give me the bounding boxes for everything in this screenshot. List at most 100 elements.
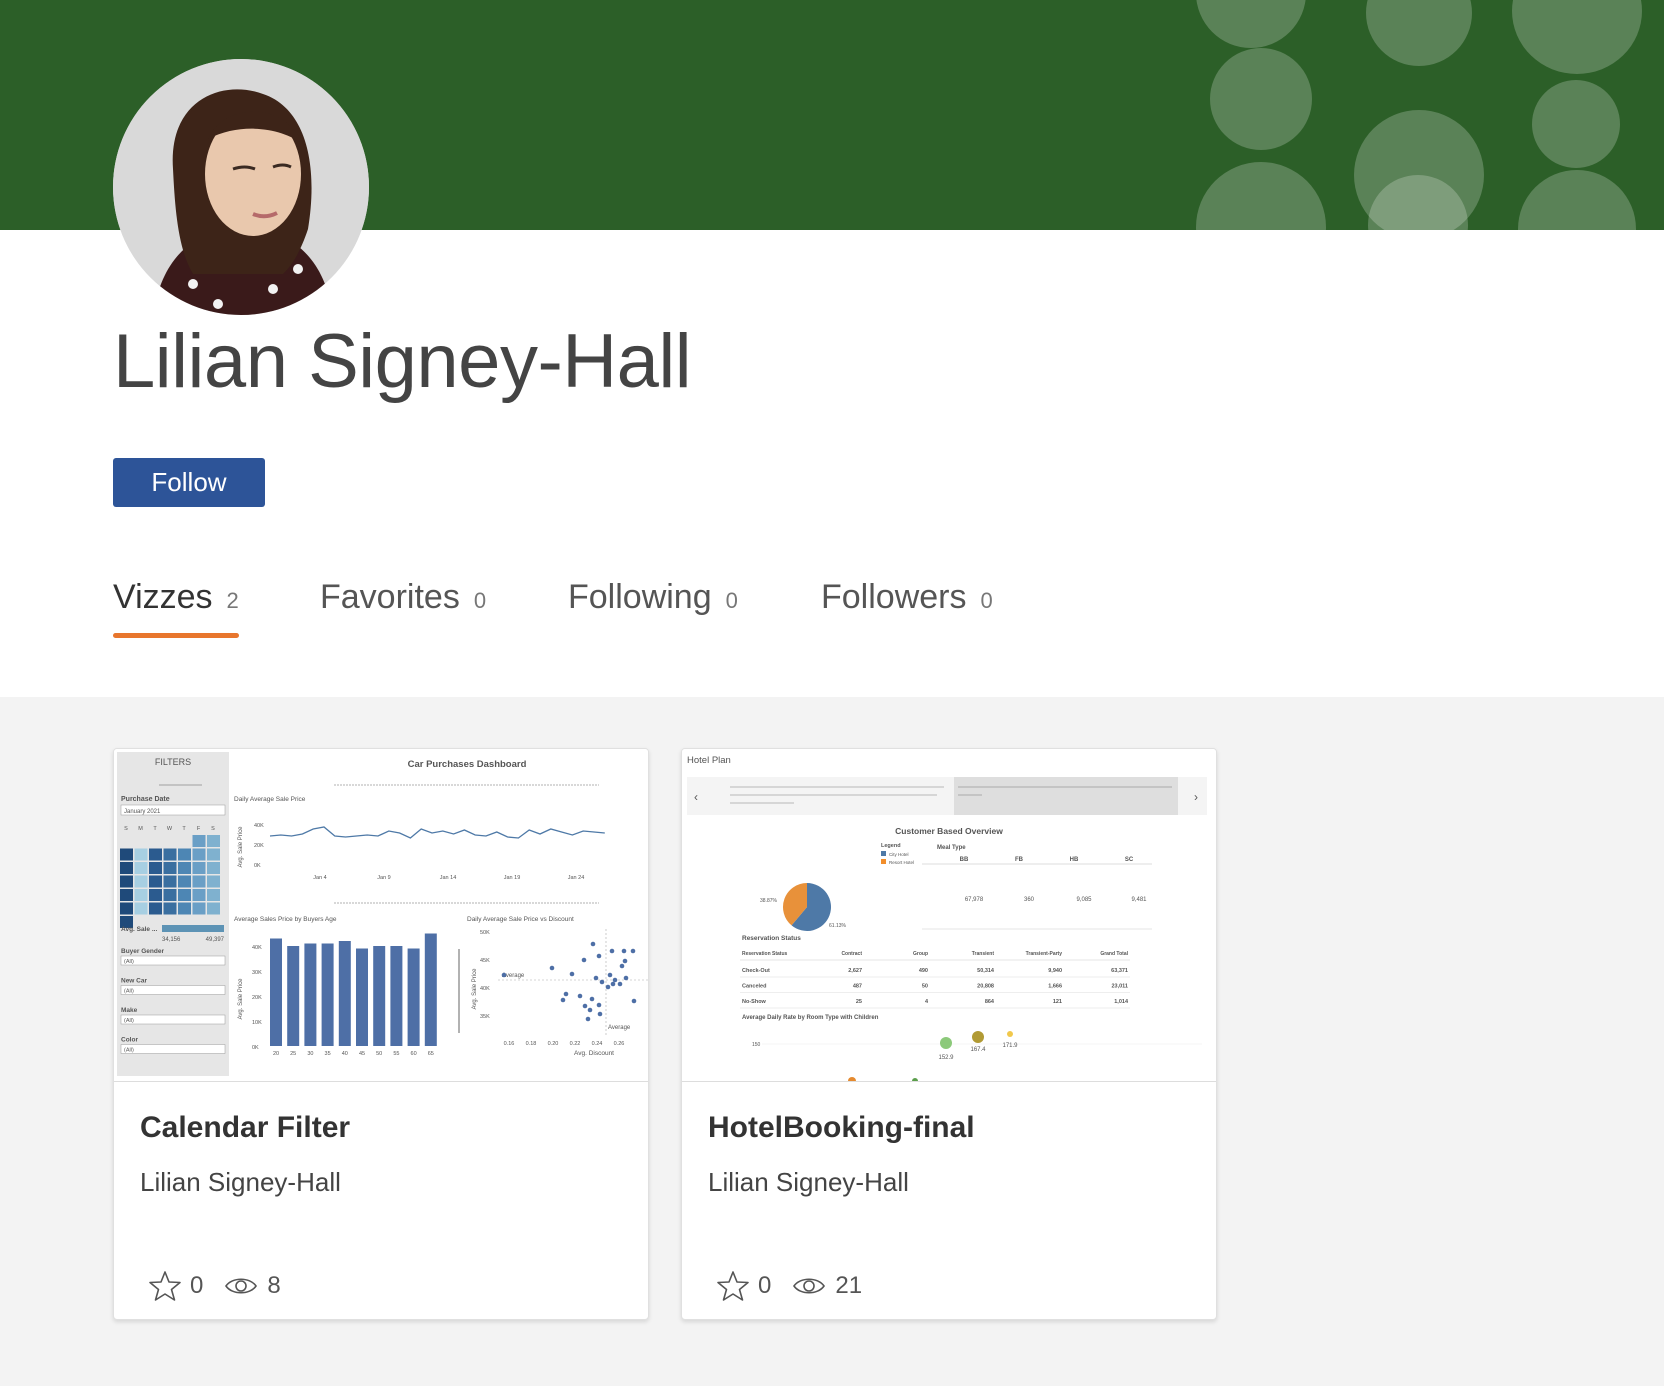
- calendar-day-cell[interactable]: [163, 902, 177, 915]
- table-cell: 121: [1053, 999, 1062, 1005]
- calendar-day-cell[interactable]: [149, 848, 162, 861]
- dashboard-title: Car Purchases Dashboard: [408, 759, 527, 770]
- calendar-day-cell[interactable]: [178, 848, 191, 861]
- table-cell: No-Show: [742, 999, 767, 1005]
- follow-button[interactable]: Follow: [113, 458, 265, 507]
- calendar-day-cell[interactable]: [178, 862, 191, 874]
- calendar-day-cell[interactable]: [163, 862, 177, 874]
- bar: [424, 933, 437, 1046]
- calendar-day-cell[interactable]: [178, 875, 191, 888]
- filter-dropdown[interactable]: [120, 1014, 226, 1025]
- scatter-point: [596, 1002, 602, 1008]
- bar-chart-ylabel: Avg. Sale Price: [238, 978, 244, 1020]
- viz-title[interactable]: HotelBooking-final: [708, 1111, 975, 1145]
- bar-xtick: 30: [307, 1051, 313, 1057]
- bar-xtick: 35: [325, 1051, 331, 1057]
- hotel-header: Hotel Plan: [687, 755, 731, 766]
- bar-ytick: 40K: [252, 945, 262, 951]
- filter-dropdown[interactable]: [120, 985, 226, 995]
- calendar-day-cell[interactable]: [163, 848, 177, 861]
- adr-point: [972, 1031, 984, 1043]
- table-cell: 1,014: [1114, 999, 1129, 1005]
- filter-label: Make: [121, 1007, 138, 1014]
- calendar-day-cell[interactable]: [207, 902, 220, 915]
- calendar-day-cell[interactable]: [120, 889, 133, 901]
- calendar-day-cell[interactable]: [120, 902, 133, 915]
- calendar-day-cell[interactable]: [178, 889, 191, 901]
- calendar-day-cell[interactable]: [149, 875, 162, 888]
- calendar-day-cell[interactable]: [134, 875, 148, 888]
- calendar-day-cell[interactable]: [207, 862, 220, 874]
- calendar-day-cell[interactable]: [134, 889, 148, 901]
- line-xtick: Jan 9: [377, 875, 390, 881]
- bar-xtick: 65: [428, 1051, 434, 1057]
- scatter-chart-xlabel: Avg. Discount: [574, 1050, 614, 1057]
- viz-title[interactable]: Calendar Filter: [140, 1111, 350, 1145]
- calendar-day-cell[interactable]: [207, 875, 220, 888]
- line-chart-ylabel: Avg. Sale Price: [238, 826, 244, 868]
- scatter-point: [605, 984, 611, 990]
- line-xtick: Jan 24: [568, 875, 585, 881]
- star-icon[interactable]: [148, 1269, 182, 1303]
- viz-author[interactable]: Lilian Signey-Hall: [708, 1167, 909, 1198]
- table-cell: Check-Out: [742, 968, 770, 974]
- calendar-day-cell[interactable]: [134, 862, 148, 874]
- calendar-day-cell[interactable]: [120, 848, 133, 861]
- calendar-day-cell[interactable]: [192, 835, 206, 847]
- calendar-day-cell[interactable]: [134, 848, 148, 861]
- carousel-next-icon[interactable]: ›: [1194, 790, 1198, 804]
- average-label: Average: [608, 1025, 631, 1031]
- meal-type: BB: [960, 857, 969, 863]
- carousel-prev-icon[interactable]: ‹: [694, 790, 698, 804]
- calendar-day-cell[interactable]: [192, 875, 206, 888]
- viz-card-calendar-filter[interactable]: FILTERS Purchase Date January 2021 SMTWT…: [113, 748, 649, 1320]
- table-cell: 1,666: [1048, 984, 1062, 990]
- adr-point: [1007, 1031, 1013, 1037]
- calendar-day-cell[interactable]: [120, 875, 133, 888]
- scatter-point: [589, 996, 595, 1002]
- calendar-day-cell[interactable]: [192, 862, 206, 874]
- adr-point: [940, 1037, 952, 1049]
- calendar-day-cell[interactable]: [207, 889, 220, 901]
- calendar-day-cell[interactable]: [207, 835, 220, 847]
- calendar-day-cell[interactable]: [192, 902, 206, 915]
- calendar-day-cell[interactable]: [163, 889, 177, 901]
- calendar-day-cell[interactable]: [178, 902, 191, 915]
- bar-ytick: 20K: [252, 995, 262, 1001]
- calendar-day-cell[interactable]: [163, 875, 177, 888]
- star-icon[interactable]: [716, 1269, 750, 1303]
- overview-title: Customer Based Overview: [895, 826, 1003, 836]
- table-cell: Canceled: [742, 984, 766, 990]
- viz-thumbnail[interactable]: FILTERS Purchase Date January 2021 SMTWT…: [114, 749, 648, 1082]
- scatter-point: [612, 977, 618, 983]
- calendar-day-cell[interactable]: [134, 902, 148, 915]
- calendar-day-cell[interactable]: [120, 862, 133, 874]
- calendar-day-cell[interactable]: [192, 848, 206, 861]
- filter-label: New Car: [121, 978, 147, 985]
- scatter-xtick: 0.22: [570, 1041, 581, 1047]
- tab-following[interactable]: Following 0: [568, 578, 738, 617]
- line-chart-xticks: Jan 4 Jan 9 Jan 14 Jan 19 Jan 24: [313, 875, 584, 881]
- tab-favorites[interactable]: Favorites 0: [320, 578, 486, 617]
- banner-circle: [1366, 0, 1472, 66]
- tab-vizzes[interactable]: Vizzes 2: [113, 578, 239, 638]
- reservation-title: Reservation Status: [742, 935, 801, 942]
- viz-author[interactable]: Lilian Signey-Hall: [140, 1167, 341, 1198]
- scatter-point: [619, 963, 625, 969]
- scatter-point: [549, 965, 555, 971]
- viz-card-hotelbooking-final[interactable]: Hotel Plan ‹ › Customer Based Overview L…: [681, 748, 1217, 1320]
- scatter-series: [501, 941, 637, 1022]
- filter-dropdown[interactable]: [120, 1044, 226, 1054]
- tab-followers[interactable]: Followers 0: [821, 578, 993, 617]
- filter-dropdown[interactable]: [120, 955, 226, 966]
- table-cell: 4: [925, 999, 929, 1005]
- scatter-point: [623, 975, 629, 981]
- banner-circle: [1196, 0, 1306, 48]
- viz-thumbnail[interactable]: Hotel Plan ‹ › Customer Based Overview L…: [682, 749, 1216, 1082]
- calendar-day-cell[interactable]: [149, 862, 162, 874]
- calendar-day-cell[interactable]: [149, 902, 162, 915]
- meal-value: 9,481: [1131, 897, 1147, 903]
- calendar-day-cell[interactable]: [192, 889, 206, 901]
- calendar-day-cell[interactable]: [149, 889, 162, 901]
- calendar-day-cell[interactable]: [207, 848, 220, 861]
